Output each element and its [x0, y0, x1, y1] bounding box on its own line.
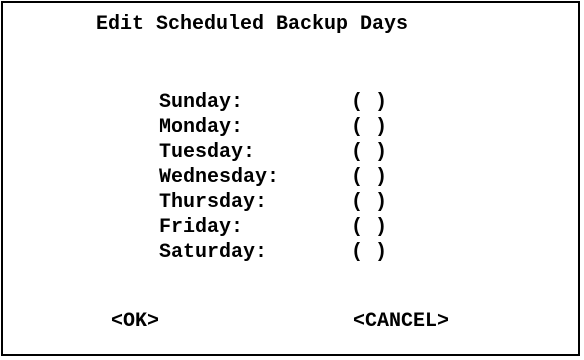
day-row-tuesday: Tuesday:( ) [111, 117, 387, 164]
checkbox-saturday[interactable]: ( ) [351, 241, 387, 265]
ok-button[interactable]: <OK> [111, 310, 159, 334]
day-row-saturday: Saturday: ( ) [111, 217, 387, 264]
day-row-sunday: Sunday:( ) [111, 67, 387, 114]
dialog-title: Edit Scheduled Backup Days [96, 13, 409, 36]
day-row-thursday: Thursday:( ) [111, 167, 387, 214]
day-row-wednesday: Wednesday:( ) [111, 142, 387, 189]
day-row-monday: Monday:( ) [111, 92, 387, 139]
backup-days-dialog: Edit Scheduled Backup Days Sunday:( ) Mo… [1, 1, 580, 356]
day-row-friday: Friday:( ) [111, 192, 387, 239]
cancel-button[interactable]: <CANCEL> [353, 310, 449, 334]
day-label-saturday: Saturday: [159, 241, 268, 264]
